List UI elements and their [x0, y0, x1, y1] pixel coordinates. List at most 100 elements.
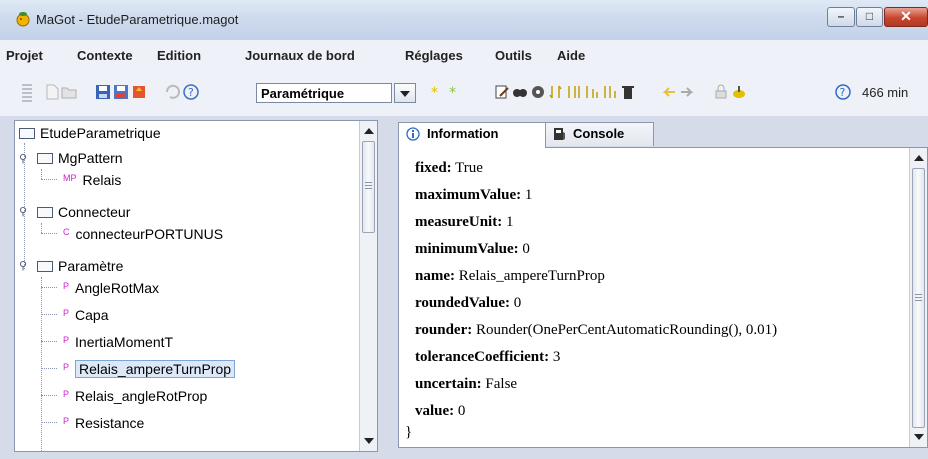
- menu-edition[interactable]: Edition: [157, 48, 201, 63]
- tree-leaf-label: Relais_angleRotProp: [75, 388, 208, 404]
- close-button[interactable]: ✕: [884, 7, 928, 27]
- tree-leaf-label: Resistance: [75, 415, 145, 431]
- tree-node-mgpattern[interactable]: MgPattern: [37, 147, 123, 169]
- filter-icon[interactable]: [601, 83, 619, 101]
- tree-node-connecteur[interactable]: Connecteur: [37, 201, 130, 223]
- tree-line: [41, 341, 57, 342]
- menu-contexte[interactable]: Contexte: [77, 48, 133, 63]
- sort-desc-icon[interactable]: [583, 83, 601, 101]
- maximize-icon: □: [865, 9, 874, 23]
- tree-leaf-label: InertiaMomentT: [75, 334, 174, 350]
- tab-console[interactable]: Console: [544, 122, 654, 146]
- tab-console-label: Console: [573, 126, 625, 141]
- property-row: minimumValue: 0: [415, 241, 530, 258]
- edit-icon[interactable]: [493, 83, 511, 101]
- mode-select-value: Paramétrique: [261, 86, 345, 101]
- maximize-button[interactable]: □: [856, 7, 883, 27]
- property-row: measureUnit: 1: [415, 214, 513, 231]
- console-icon: [554, 128, 565, 140]
- find-icon[interactable]: [511, 83, 529, 101]
- menu-reglages[interactable]: Réglages: [405, 48, 463, 63]
- tree-leaf-param[interactable]: P AngleRotMax: [63, 277, 159, 299]
- grip-line: [365, 188, 372, 189]
- sort-asc-icon[interactable]: [565, 83, 583, 101]
- collapse-toggle-icon[interactable]: ⚲: [19, 153, 29, 165]
- toolbar-grip[interactable]: [22, 84, 32, 104]
- undo-icon[interactable]: [164, 83, 182, 101]
- tree-leaf-param[interactable]: P Relais_angleRotProp: [63, 385, 207, 407]
- menu-journaux[interactable]: Journaux de bord: [245, 48, 355, 63]
- sparkle-alt-icon[interactable]: *: [448, 83, 466, 101]
- property-key: rounder:: [415, 322, 473, 338]
- sort-icon[interactable]: [547, 83, 565, 101]
- tab-information-label: Information: [427, 126, 499, 141]
- menu-projet[interactable]: Projet: [6, 48, 43, 63]
- refresh-icon[interactable]: [529, 83, 547, 101]
- svg-text:?: ?: [840, 86, 846, 99]
- mode-select[interactable]: Paramétrique: [256, 83, 392, 103]
- mode-select-dropdown-button[interactable]: [394, 83, 416, 103]
- property-value: 0: [513, 295, 522, 311]
- export-icon[interactable]: [130, 83, 148, 101]
- tree-leaf-param[interactable]: P Capa: [63, 304, 108, 326]
- forward-icon[interactable]: [678, 83, 696, 101]
- property-row: toleranceCoefficient: 3: [415, 349, 560, 366]
- information-content: fixed: True maximumValue: 1 measureUnit:…: [398, 147, 928, 448]
- folder-icon: [19, 127, 35, 139]
- minimize-icon: –: [837, 9, 845, 23]
- property-value: 1: [505, 214, 514, 230]
- tree-leaf-param[interactable]: P InertiaMomentT: [63, 331, 173, 353]
- menu-aide[interactable]: Aide: [557, 48, 585, 63]
- tree-line: [41, 314, 57, 315]
- tree-leaf-relais[interactable]: MP Relais: [63, 169, 121, 191]
- property-key: maximumValue:: [415, 187, 522, 203]
- scroll-thumb[interactable]: [912, 168, 925, 428]
- tree-leaf-param[interactable]: P Resistance: [63, 412, 144, 434]
- property-value: 0: [522, 241, 530, 257]
- tree-leaf-param-selected[interactable]: P Relais_ampereTurnProp: [63, 358, 236, 380]
- collapse-toggle-icon[interactable]: ⚲: [19, 260, 29, 272]
- svg-text:*: *: [431, 85, 438, 101]
- tab-information[interactable]: Information: [398, 122, 546, 148]
- title-bar: MaGot - EtudeParametrique.magot – □ ✕: [0, 0, 928, 41]
- details-panel: Information Console fixed: True maximumV…: [394, 120, 928, 452]
- tree-root[interactable]: EtudeParametrique: [19, 122, 161, 144]
- save-icon[interactable]: [94, 83, 112, 101]
- info-icon: [406, 127, 420, 141]
- property-value: False: [485, 376, 518, 392]
- tree-leaf-connecteur[interactable]: CconnecteurPORTUNUS: [63, 223, 223, 245]
- new-file-icon[interactable]: [43, 83, 61, 101]
- tree-node-parametre[interactable]: Paramètre: [37, 255, 123, 277]
- menu-outils[interactable]: Outils: [495, 48, 532, 63]
- scroll-down-button[interactable]: [911, 430, 926, 445]
- parameter-badge-icon: P: [63, 335, 70, 345]
- lock-icon[interactable]: [712, 83, 730, 101]
- tree-node-label: Paramètre: [58, 258, 124, 274]
- help-icon[interactable]: ?: [834, 83, 852, 101]
- back-icon[interactable]: [660, 83, 678, 101]
- tree-node-label: MgPattern: [58, 150, 123, 166]
- run-icon[interactable]: [730, 83, 748, 101]
- minimize-button[interactable]: –: [827, 7, 855, 27]
- property-value: 3: [552, 349, 561, 365]
- scroll-thumb[interactable]: [362, 141, 375, 233]
- help-context-icon[interactable]: ?: [182, 83, 200, 101]
- save-as-icon[interactable]: [112, 83, 130, 101]
- svg-text:*: *: [449, 85, 456, 101]
- open-file-icon[interactable]: [60, 83, 78, 101]
- scroll-up-button[interactable]: [911, 150, 926, 165]
- collapse-toggle-icon[interactable]: ⚲: [19, 206, 29, 218]
- scroll-down-button[interactable]: [361, 434, 376, 449]
- sparkle-icon[interactable]: *: [430, 83, 448, 101]
- property-key: fixed:: [415, 160, 452, 176]
- folder-icon: [37, 260, 53, 272]
- arrow-down-icon: [364, 438, 374, 444]
- app-logo-icon: [16, 12, 30, 27]
- info-scrollbar[interactable]: [909, 148, 927, 447]
- property-row: maximumValue: 1: [415, 187, 532, 204]
- parameter-badge-icon: P: [63, 362, 70, 372]
- property-key: measureUnit:: [415, 214, 503, 230]
- tree-scrollbar[interactable]: [359, 121, 377, 451]
- scroll-up-button[interactable]: [361, 123, 376, 138]
- delete-icon[interactable]: [619, 83, 637, 101]
